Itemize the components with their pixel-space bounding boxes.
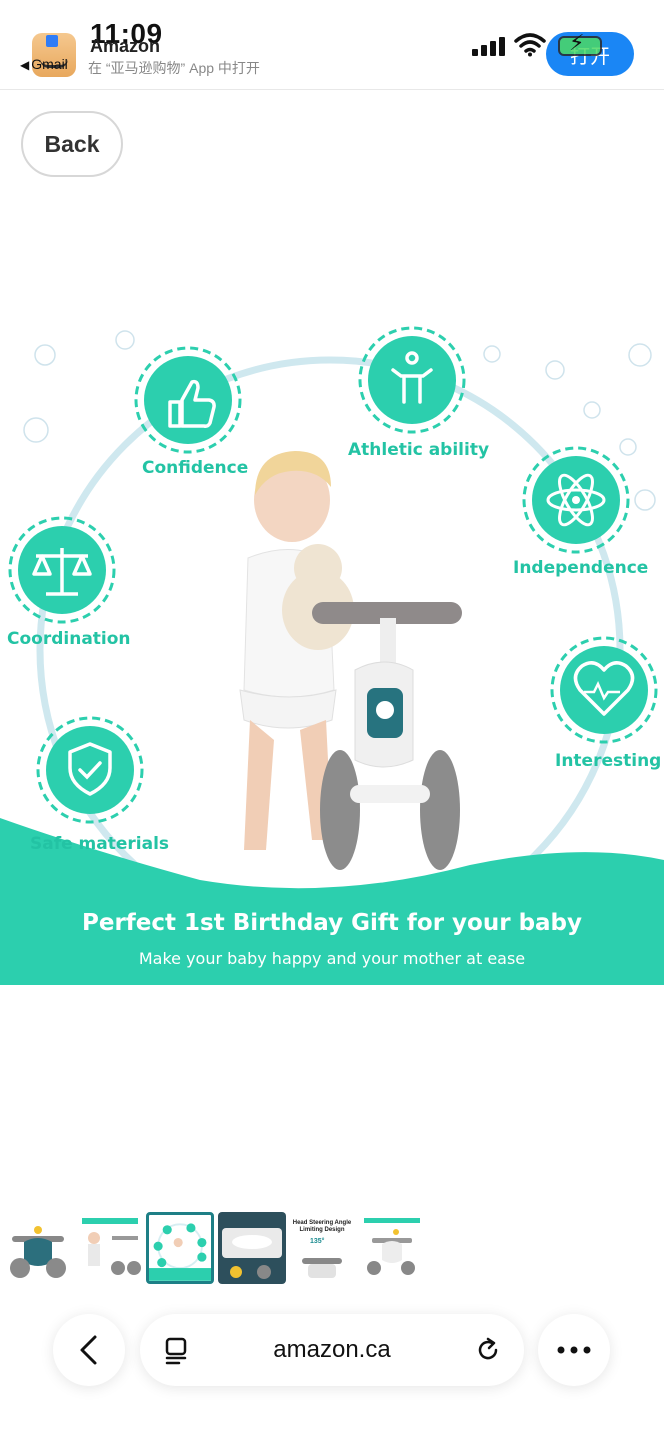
thumbnail[interactable] [4, 1212, 72, 1284]
thumbnail[interactable] [218, 1212, 286, 1284]
thumbnail-bike-side-image [364, 1218, 420, 1275]
thumbnail[interactable] [358, 1212, 426, 1284]
app-name: Amazon [90, 36, 161, 56]
athletic-ability-badge [358, 326, 466, 434]
banner-subtitle: Make your baby happy and your mother at … [138, 949, 526, 968]
thumbnail-selected[interactable] [146, 1212, 214, 1284]
thumbnail[interactable] [76, 1212, 144, 1284]
back-button[interactable]: Back [21, 111, 123, 177]
more-options-button[interactable] [538, 1314, 610, 1386]
feature-label: Safe materials [30, 834, 170, 854]
thumbnail-bike-image [10, 1226, 66, 1278]
back-to-app-label: Gmail [31, 56, 68, 72]
feature-label: Interesting [555, 751, 662, 771]
reload-icon[interactable] [474, 1336, 502, 1364]
thumbnail[interactable]: Head Steering Angle Limiting Design 135° [288, 1212, 356, 1284]
coordination-badge [8, 516, 116, 624]
browser-toolbar: amazon.ca [0, 1300, 664, 1440]
confidence-badge [134, 346, 242, 454]
feature-label: Confidence [142, 458, 249, 478]
interesting-badge [550, 636, 658, 744]
url-text: amazon.ca [273, 1336, 391, 1363]
cellular-signal-icon [472, 37, 506, 56]
feature-label: Coordination [7, 629, 131, 649]
status-bar: 11:09 Amazon ◀ Gmail 在 “亚马逊购物” App 中打开 打开… [0, 0, 664, 90]
wifi-icon [514, 33, 546, 57]
thumbnail-seat-image [218, 1212, 286, 1284]
feature-label: Athletic ability [348, 440, 490, 460]
thumbnail-dimensions-image [82, 1218, 141, 1275]
product-image[interactable]: Confidence Athletic ability Independence… [0, 290, 664, 985]
address-bar[interactable]: amazon.ca [140, 1314, 524, 1386]
banner-title: Perfect 1st Birthday Gift for your baby [81, 910, 583, 936]
back-triangle-icon: ◀ [20, 58, 30, 72]
page-menu-icon [165, 1337, 187, 1365]
thumbnail-features-image [149, 1223, 211, 1281]
charging-bolt-icon: ⚡ [569, 30, 585, 55]
browser-back-button[interactable] [53, 1314, 125, 1386]
thumbnail-strip: Head Steering Angle Limiting Design 135° [0, 1210, 664, 1288]
back-to-gmail-link[interactable]: ◀ Gmail [20, 56, 68, 72]
header-divider [0, 89, 664, 90]
feature-label: Independence [513, 558, 649, 578]
independence-badge [522, 446, 630, 554]
thumbnail-steering-image [302, 1258, 342, 1278]
chevron-left-icon [80, 1335, 97, 1365]
app-banner-subtitle: 在 “亚马逊购物” App 中打开 [88, 60, 260, 76]
ellipsis-icon [557, 1346, 591, 1354]
